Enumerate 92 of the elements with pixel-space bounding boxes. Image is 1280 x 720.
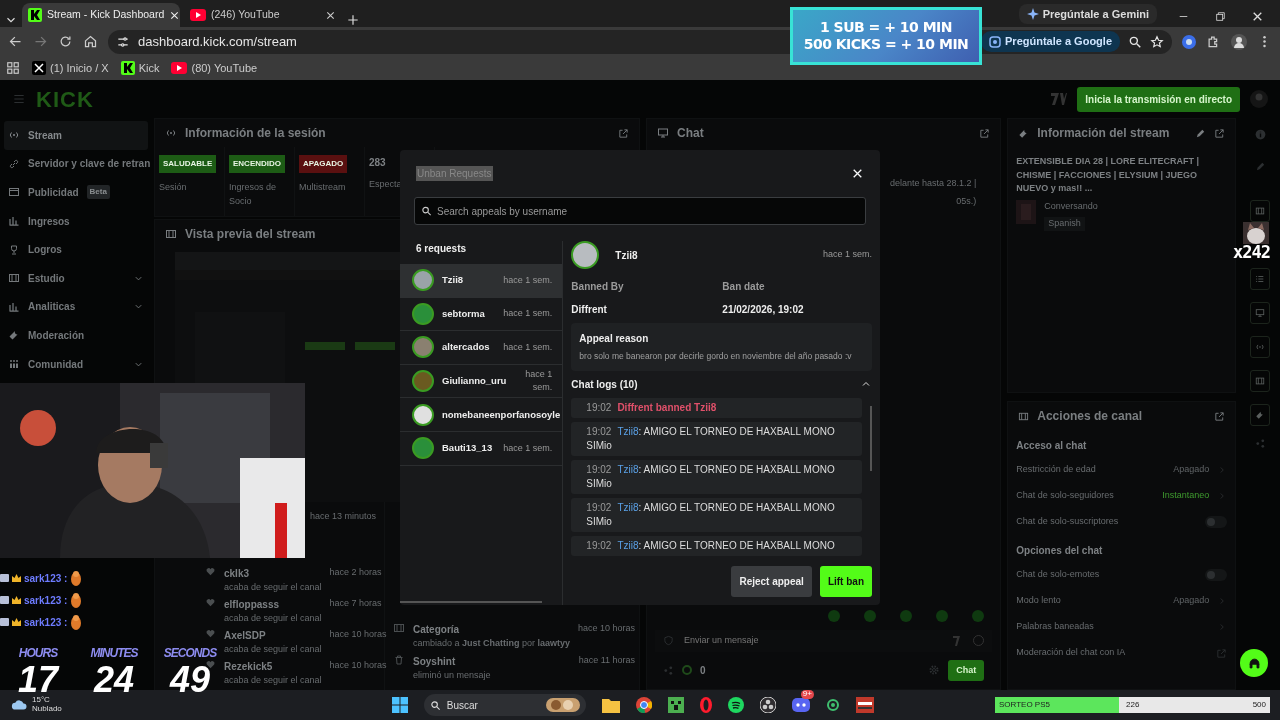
sidebar-item[interactable]: Moderación <box>4 321 148 350</box>
channel-actions-panel: Acciones de canal Acceso al chat Restricción de edad Apagado Chat de solo-seguidores Instantaneo Chat de solo-suscriptores Opciones del chat Chat de solo-emotes Modo lento Apagado Palabras baneadas Moderación del chat con IA <box>1007 401 1237 690</box>
activity-user: Rezekick5 <box>224 659 274 674</box>
log-title: Soyshint <box>413 654 457 669</box>
log-detail: eliminó un mensaje <box>413 668 492 682</box>
section-title: Acceso al chat <box>1015 439 1088 453</box>
chat-log-entry: 19:02 Tzii8: AMIGO EL TORNEO DE HAXBALL MONO <box>571 535 863 556</box>
sidebar-item[interactable]: Servidor y clave de retran <box>4 149 148 179</box>
status-badge: APAGADO <box>299 155 348 173</box>
setting-value[interactable]: Instantaneo <box>1162 489 1210 503</box>
search-field[interactable]: Search appeals by username <box>414 197 866 225</box>
setting-label: Moderación del chat con IA <box>1016 646 1127 660</box>
sidebar-item[interactable]: Publicidad Beta <box>4 178 148 207</box>
activity-time: hace 13 minutos <box>309 510 376 523</box>
timer-label: MINUTES <box>90 645 138 662</box>
setting-label: Chat de solo-seguidores <box>1016 489 1115 503</box>
banner-text: 500 KICKS = + 10 MIN <box>803 36 969 54</box>
field-label: Ban date <box>722 280 766 294</box>
giveaway-label: SORTEO PS5 <box>998 699 1051 711</box>
setting-label: Palabras baneadas <box>1016 620 1095 634</box>
sidebar-item[interactable]: Ingresos <box>4 206 148 236</box>
activity-action: acaba de seguir el canal <box>224 611 322 625</box>
section-title: Opciones del chat <box>1015 544 1104 558</box>
giveaway-goal: 500 <box>1251 699 1267 711</box>
reject-button[interactable]: Reject appeal <box>731 566 812 597</box>
language-tag: Spanish <box>1044 217 1085 231</box>
chat-username: sark123 : <box>24 571 68 586</box>
stat-label: Ingresos de Socio <box>229 181 278 208</box>
user-name: Tzii8 <box>615 248 639 263</box>
activity-user: elfloppasss <box>224 597 281 612</box>
ban-time: hace 1 sem. <box>822 248 872 262</box>
temperature: 15°C <box>32 696 51 705</box>
field-value: 21/02/2026, 19:02 <box>722 303 804 317</box>
activity-user: ckIk3 <box>224 566 251 581</box>
log-time: hace 10 horas <box>578 621 636 635</box>
log-title: Categoría <box>413 622 461 637</box>
chat-send-button[interactable]: Chat <box>948 659 985 681</box>
setting-label: Modo lento <box>1016 594 1062 608</box>
chat-log-entry: 19:02 Tzii8: AMIGO EL TORNEO DE HAXBALL MONO SIMio <box>571 497 863 532</box>
stat-label: Multistream <box>299 181 347 194</box>
pinned-message: 05s.) <box>956 194 977 208</box>
google-lens-button[interactable]: Pregúntale a Google <box>981 31 1120 52</box>
activity-action: acaba de seguir el canal <box>224 642 322 656</box>
chat-input-field[interactable]: Enviar un mensaje <box>682 632 946 649</box>
sidebar-item[interactable]: Stream <box>4 121 148 150</box>
go-live-button[interactable]: Inicia la transmisión en directo <box>1077 86 1240 112</box>
timer-label: SECONDS <box>163 645 217 662</box>
sidebar-item[interactable]: Comunidad <box>4 349 148 379</box>
activity-time: hace 10 horas <box>329 627 387 641</box>
bookmark[interactable]: (80) YouTube <box>171 59 258 77</box>
status-badge: ENCENDIDO <box>229 155 285 173</box>
setting-label: Restricción de edad <box>1016 463 1097 477</box>
browser-tab[interactable]: Stream - Kick Dashboard <box>22 3 180 27</box>
chat-username: sark123 : <box>24 593 68 608</box>
taskbar-search[interactable]: Buscar <box>423 694 586 716</box>
stat-label: Sesión <box>159 181 188 194</box>
log-detail: cambiado a Just Chatting por laawtyy <box>413 636 571 650</box>
sidebar-item[interactable]: Logros <box>4 235 148 264</box>
activity-user: AxelSDP <box>224 628 267 643</box>
chat-log-entry: 19:02 Tzii8: AMIGO EL TORNEO DE HAXBALL MONO SIMio <box>571 421 863 456</box>
notification-badge: 9+ <box>800 690 814 699</box>
timer-label: HOURS <box>18 645 58 662</box>
chat-username: sark123 : <box>24 615 68 630</box>
log-time: hace 11 horas <box>578 653 636 667</box>
category-name: Conversando <box>1044 199 1098 213</box>
request-count: 6 requests <box>415 242 468 256</box>
sidebar-item[interactable]: Estudio <box>4 263 148 293</box>
stat-value: 283 <box>369 156 387 170</box>
activity-time: hace 10 horas <box>329 658 387 672</box>
chat-log-entry: 19:02 Tzii8: AMIGO EL TORNEO DE HAXBALL MONO SIMio <box>571 459 863 494</box>
setting-label: Chat de solo-suscriptores <box>1016 515 1120 529</box>
activity-time: hace 7 horas <box>329 596 382 610</box>
chat-log-entry: 19:02 Diffrent banned Tzii8 <box>571 397 863 418</box>
stream-title: EXTENSIBLE DIA 28 | LORE ELITECRAFT | CHISME | FACCIONES | ELYSIUM | JUEGO NUEVO y mas!! ... <box>1015 155 1200 195</box>
sidebar-item[interactable]: Analiticas <box>4 292 148 322</box>
status-badge: SALUDABLE <box>159 155 217 173</box>
timer-value: 49 <box>169 662 210 698</box>
activity-time: hace 2 horas <box>329 565 382 579</box>
activity-action: acaba de seguir el canal <box>224 673 322 687</box>
bookmark[interactable]: (1) Inicio / X <box>32 59 109 77</box>
setting-label: Chat de solo-emotes <box>1016 568 1101 582</box>
giveaway-count: 226 <box>1125 699 1141 711</box>
pinned-message: delante hasta 28.1.2 | <box>889 177 977 190</box>
points-count: 0 <box>700 663 706 678</box>
browser-tab[interactable]: (246) YouTube <box>184 3 342 27</box>
lift-ban-button[interactable]: Lift ban <box>819 566 872 597</box>
beta-badge: Beta <box>86 185 110 200</box>
weather-text: Nublado <box>32 705 62 714</box>
timer-value: 24 <box>93 662 134 698</box>
activity-action: acaba de seguir el canal <box>224 580 322 594</box>
gemini-button[interactable]: Pregúntale a Gemini <box>1018 3 1157 24</box>
bookmark[interactable]: Kick <box>120 59 160 77</box>
